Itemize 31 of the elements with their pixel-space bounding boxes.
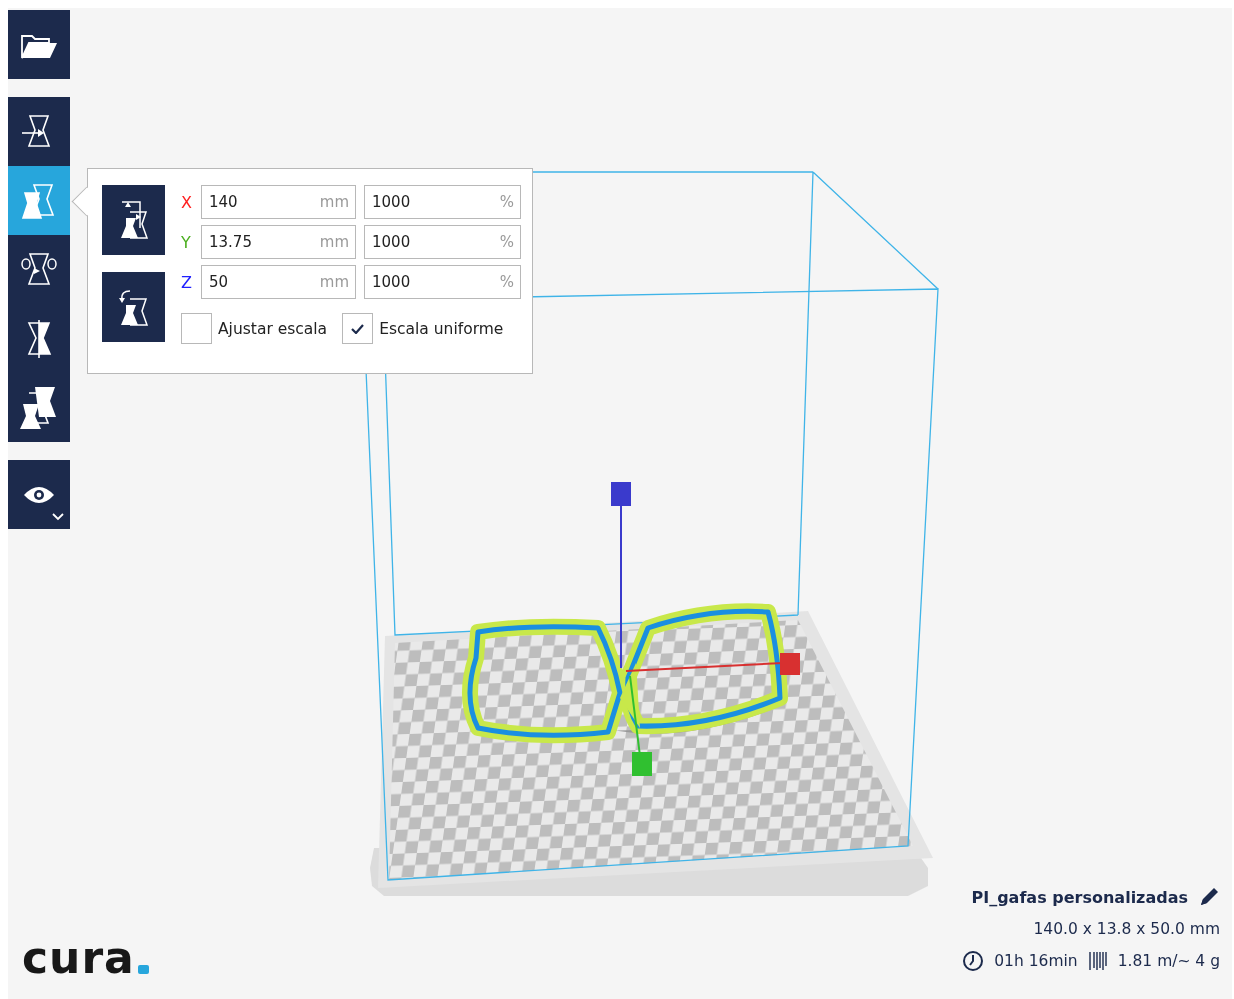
- checkbox-label: Ajustar escala: [218, 319, 328, 338]
- size-field[interactable]: 50 mm: [201, 265, 356, 299]
- clock-icon: [962, 950, 985, 972]
- checkbox-label: Escala uniforme: [379, 319, 504, 338]
- checkbox[interactable]: [342, 313, 374, 344]
- scale-tool-icon: [21, 181, 57, 220]
- filament-icon: [1087, 951, 1108, 971]
- stacked-models-icon: [19, 385, 59, 430]
- logo-text: cura: [22, 936, 135, 980]
- job-name: PI_gafas personalizadas: [971, 887, 1188, 907]
- axis-label: Z: [181, 272, 193, 292]
- model-dimensions: 140.0 x 13.8 x 50.0 mm: [1033, 920, 1220, 938]
- x-axis-handle[interactable]: [625, 653, 800, 675]
- z-axis-handle[interactable]: [611, 482, 631, 669]
- percent-field[interactable]: 1000 %: [364, 265, 521, 299]
- percent-field[interactable]: 1000 %: [364, 185, 521, 219]
- rotate-arrow-button[interactable]: [102, 272, 165, 342]
- pencil-icon: [1198, 886, 1220, 908]
- size-field[interactable]: 140 mm: [201, 185, 356, 219]
- axis-label: Y: [181, 232, 192, 252]
- size-field[interactable]: 13.75 mm: [201, 225, 356, 259]
- y-axis-handle[interactable]: [629, 675, 652, 776]
- axis-label: X: [181, 192, 193, 212]
- reset-scale-button[interactable]: [102, 185, 165, 255]
- percent-field[interactable]: 1000 %: [364, 225, 521, 259]
- chevron-icon: [52, 513, 64, 521]
- print-time: 01h 16min: [994, 952, 1078, 970]
- checkbox[interactable]: [181, 313, 212, 344]
- check-icon: [351, 323, 365, 334]
- eye-icon: [23, 484, 55, 505]
- material-usage: 1.81 m/~ 4 g: [1117, 952, 1220, 970]
